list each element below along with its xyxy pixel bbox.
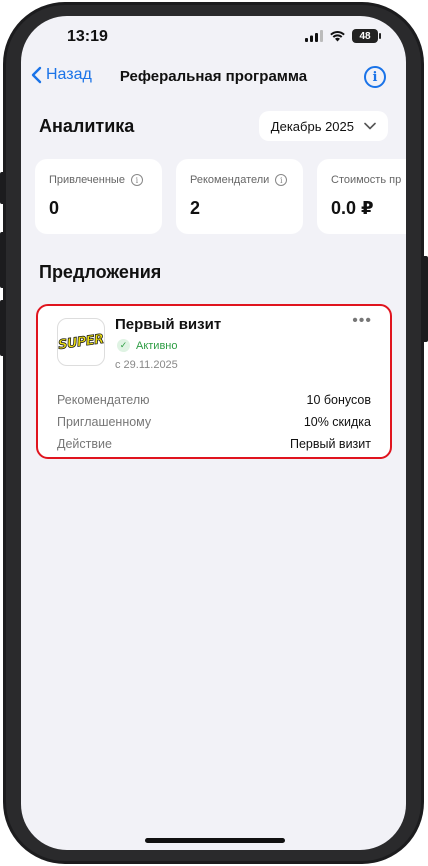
detail-row: Рекомендателю 10 бонусов [57,389,371,411]
stat-label-text: Привлеченные [49,174,125,186]
stat-value: 2 [190,198,201,218]
status-icons: 48 [305,29,381,43]
stat-label-text: Рекомендатели [190,174,270,186]
page-title: Реферальная программа [119,68,308,85]
stat-card-referrers: Рекомендатели i 2 [176,159,303,234]
status-badge: ✓ Активно [117,339,178,352]
stat-card-cost: Стоимость пр 0.0 ₽ [317,159,406,234]
mute-switch [0,172,6,204]
check-icon: ✓ [117,339,130,352]
stats-row[interactable]: Привлеченные i 0 Рекомендатели i 2 Стоим… [35,159,406,234]
nav-bar: Назад Реферальная программа i [21,62,406,92]
month-select[interactable]: Декабрь 2025 [258,111,388,141]
detail-key: Действие [57,437,112,451]
signal-icon [305,30,323,42]
stat-value: 0 [49,198,60,218]
month-value: Декабрь 2025 [270,118,354,134]
detail-value: Первый визит [289,437,371,451]
stat-label: Рекомендатели i [190,174,303,186]
battery-icon: 48 [352,29,381,43]
detail-row: Приглашенному 10% скидка [57,411,371,433]
status-time: 13:19 [67,28,108,45]
offers-title: Предложения [39,262,162,282]
status-bar: 13:19 48 [21,16,406,60]
info-icon[interactable]: i [275,174,288,186]
detail-key: Рекомендателю [57,393,150,407]
detail-key: Приглашенному [57,415,152,429]
more-icon[interactable]: ••• [352,312,372,330]
offer-date: с 29.11.2025 [115,359,178,371]
offer-details: Рекомендателю 10 бонусов Приглашенному 1… [57,389,371,455]
analytics-title: Аналитика [39,116,135,136]
offer-name: Первый визит [115,316,222,333]
stat-value: 0.0 ₽ [331,198,374,218]
stat-label: Стоимость пр [331,174,406,186]
stat-label-text: Стоимость пр [331,174,402,186]
info-icon[interactable]: i [130,174,143,186]
wifi-icon [330,31,345,42]
detail-value: 10 бонусов [306,393,371,407]
offer-card[interactable]: SUPER Первый визит ✓ Активно с 29.11.202… [36,304,392,459]
volume-up-button [0,232,6,288]
screen: 13:19 48 Назад Реферальная программа i А… [21,16,406,850]
status-text: Активно [136,339,178,352]
stat-label: Привлеченные i [49,174,162,186]
volume-down-button [0,300,6,356]
logo-text: SUPER [57,331,105,353]
detail-row: Действие Первый визит [57,433,371,455]
detail-value: 10% скидка [303,415,371,429]
stat-card-attracted: Привлеченные i 0 [35,159,162,234]
offer-logo: SUPER [57,318,105,366]
battery-level: 48 [359,30,371,42]
chevron-down-icon [364,122,376,130]
info-icon[interactable]: i [364,66,386,88]
power-button [422,256,428,342]
home-indicator[interactable] [145,838,285,843]
